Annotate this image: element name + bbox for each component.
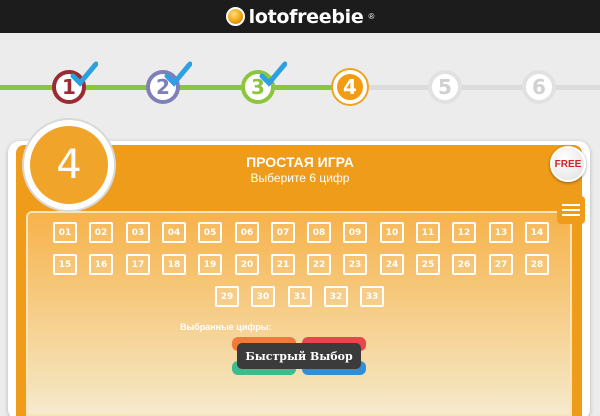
quick-pick-group: Быстрый Выбор	[232, 337, 366, 375]
number-ball[interactable]: 24	[380, 254, 404, 275]
step-6: 6	[522, 70, 556, 104]
step-4-label: 4	[343, 75, 357, 99]
number-ball[interactable]: 04	[162, 222, 186, 243]
number-ball[interactable]: 17	[126, 254, 150, 275]
number-ball[interactable]: 14	[525, 222, 549, 243]
number-ball[interactable]: 31	[288, 286, 312, 307]
selected-numbers-label: Выбранные цифры:	[180, 322, 272, 332]
check-icon	[70, 61, 98, 87]
number-ball[interactable]: 18	[162, 254, 186, 275]
free-badge: FREE	[550, 146, 586, 182]
step-5-label: 5	[438, 75, 452, 99]
logo-text: lotofreebie	[248, 5, 364, 28]
step-5: 5	[428, 70, 462, 104]
number-ball[interactable]: 13	[489, 222, 513, 243]
step-progress: 1 2 3 4 5 6	[0, 33, 600, 123]
number-ball[interactable]: 01	[53, 222, 77, 243]
top-bar: lotofreebie ®	[0, 0, 600, 33]
number-ball[interactable]: 02	[89, 222, 113, 243]
progress-line-pending	[350, 85, 600, 90]
number-ball[interactable]: 15	[53, 254, 77, 275]
number-ball[interactable]: 10	[380, 222, 404, 243]
number-ball[interactable]: 32	[324, 286, 348, 307]
number-ball[interactable]: 05	[198, 222, 222, 243]
number-ball[interactable]: 08	[307, 222, 331, 243]
number-ball[interactable]: 28	[525, 254, 549, 275]
check-icon	[259, 61, 287, 87]
step-2[interactable]: 2	[146, 61, 192, 104]
number-ball[interactable]: 26	[452, 254, 476, 275]
logo[interactable]: lotofreebie ®	[225, 5, 375, 28]
number-ball[interactable]: 19	[198, 254, 222, 275]
number-ball[interactable]: 29	[215, 286, 239, 307]
registered-mark: ®	[368, 12, 375, 21]
number-ball[interactable]: 25	[416, 254, 440, 275]
game-subtitle: Выберите 6 цифр	[250, 171, 350, 185]
check-icon	[164, 61, 192, 87]
number-ball[interactable]: 07	[271, 222, 295, 243]
number-ball[interactable]: 12	[452, 222, 476, 243]
number-ball[interactable]: 03	[126, 222, 150, 243]
game-step-number: 4	[24, 120, 114, 210]
number-ball[interactable]: 21	[271, 254, 295, 275]
number-ball[interactable]: 22	[307, 254, 331, 275]
game-title: ПРОСТАЯ ИГРА	[246, 154, 354, 170]
logo-ball-icon	[225, 7, 245, 26]
step-4-current[interactable]: 4	[333, 70, 367, 104]
step-3[interactable]: 3	[241, 61, 287, 104]
number-ball[interactable]: 20	[235, 254, 259, 275]
step-6-label: 6	[532, 75, 546, 99]
quick-pick-button[interactable]: Быстрый Выбор	[237, 343, 361, 369]
number-ball[interactable]: 06	[235, 222, 259, 243]
number-ball[interactable]: 09	[343, 222, 367, 243]
number-ball[interactable]: 33	[360, 286, 384, 307]
number-ball[interactable]: 23	[343, 254, 367, 275]
number-ball[interactable]: 27	[489, 254, 513, 275]
number-ball[interactable]: 16	[89, 254, 113, 275]
number-ball[interactable]: 11	[416, 222, 440, 243]
menu-icon[interactable]	[557, 196, 585, 224]
number-ball[interactable]: 30	[251, 286, 275, 307]
step-1[interactable]: 1	[52, 61, 98, 104]
